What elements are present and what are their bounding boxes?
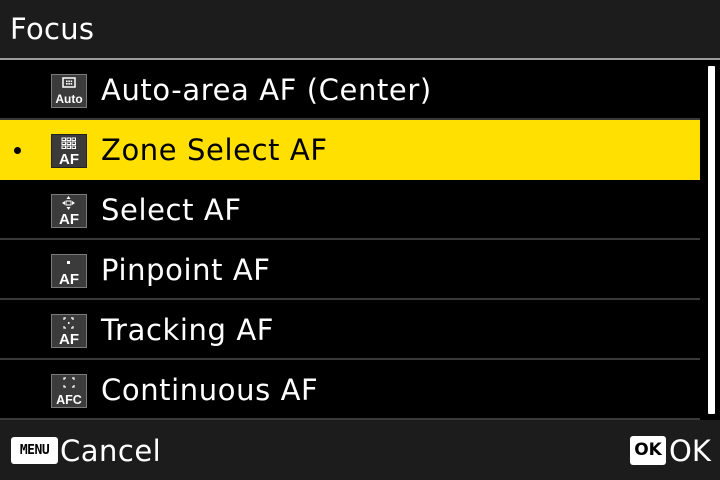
list-item-tracking-af[interactable]: AF Tracking AF bbox=[0, 300, 700, 360]
svg-text:AF: AF bbox=[59, 271, 79, 287]
focus-mode-list: Auto Auto-area AF (Center) AF Zone Selec… bbox=[0, 60, 700, 420]
cancel-button[interactable]: Cancel bbox=[60, 434, 161, 468]
ok-button-icon[interactable]: OK bbox=[630, 436, 666, 465]
zone-select-af-icon: AF bbox=[51, 134, 87, 168]
auto-area-af-icon: Auto bbox=[51, 74, 87, 108]
continuous-af-icon: AFC bbox=[51, 374, 87, 408]
list-item-auto-area-af[interactable]: Auto Auto-area AF (Center) bbox=[0, 60, 700, 120]
list-item-continuous-af[interactable]: AFC Continuous AF bbox=[0, 360, 700, 420]
list-item-pinpoint-af[interactable]: AF Pinpoint AF bbox=[0, 240, 700, 300]
scrollbar-thumb[interactable] bbox=[708, 66, 715, 414]
tracking-af-icon: AF bbox=[51, 314, 87, 348]
svg-text:AF: AF bbox=[59, 211, 79, 227]
svg-text:AF: AF bbox=[59, 151, 79, 167]
header-bar: Focus bbox=[0, 0, 720, 58]
ok-button[interactable]: OK bbox=[669, 434, 711, 468]
svg-text:Auto: Auto bbox=[55, 92, 82, 106]
item-label: Zone Select AF bbox=[101, 133, 328, 167]
item-label: Tracking AF bbox=[101, 313, 275, 347]
menu-button-icon[interactable]: MENU bbox=[11, 437, 58, 464]
pinpoint-af-icon: AF bbox=[51, 254, 87, 288]
svg-text:AFC: AFC bbox=[56, 393, 82, 407]
item-label: Auto-area AF (Center) bbox=[101, 73, 432, 107]
item-label: Pinpoint AF bbox=[101, 253, 271, 287]
list-item-select-af[interactable]: AF Select AF bbox=[0, 180, 700, 240]
selected-marker bbox=[14, 147, 21, 154]
svg-text:AF: AF bbox=[59, 331, 79, 347]
list-item-zone-select-af[interactable]: AF Zone Select AF bbox=[0, 120, 700, 180]
item-label: Select AF bbox=[101, 193, 242, 227]
footer-bar: MENU Cancel OK OK bbox=[0, 420, 720, 480]
scrollbar[interactable] bbox=[701, 60, 720, 420]
select-af-icon: AF bbox=[51, 194, 87, 228]
item-label: Continuous AF bbox=[101, 373, 319, 407]
page-title: Focus bbox=[10, 12, 95, 46]
